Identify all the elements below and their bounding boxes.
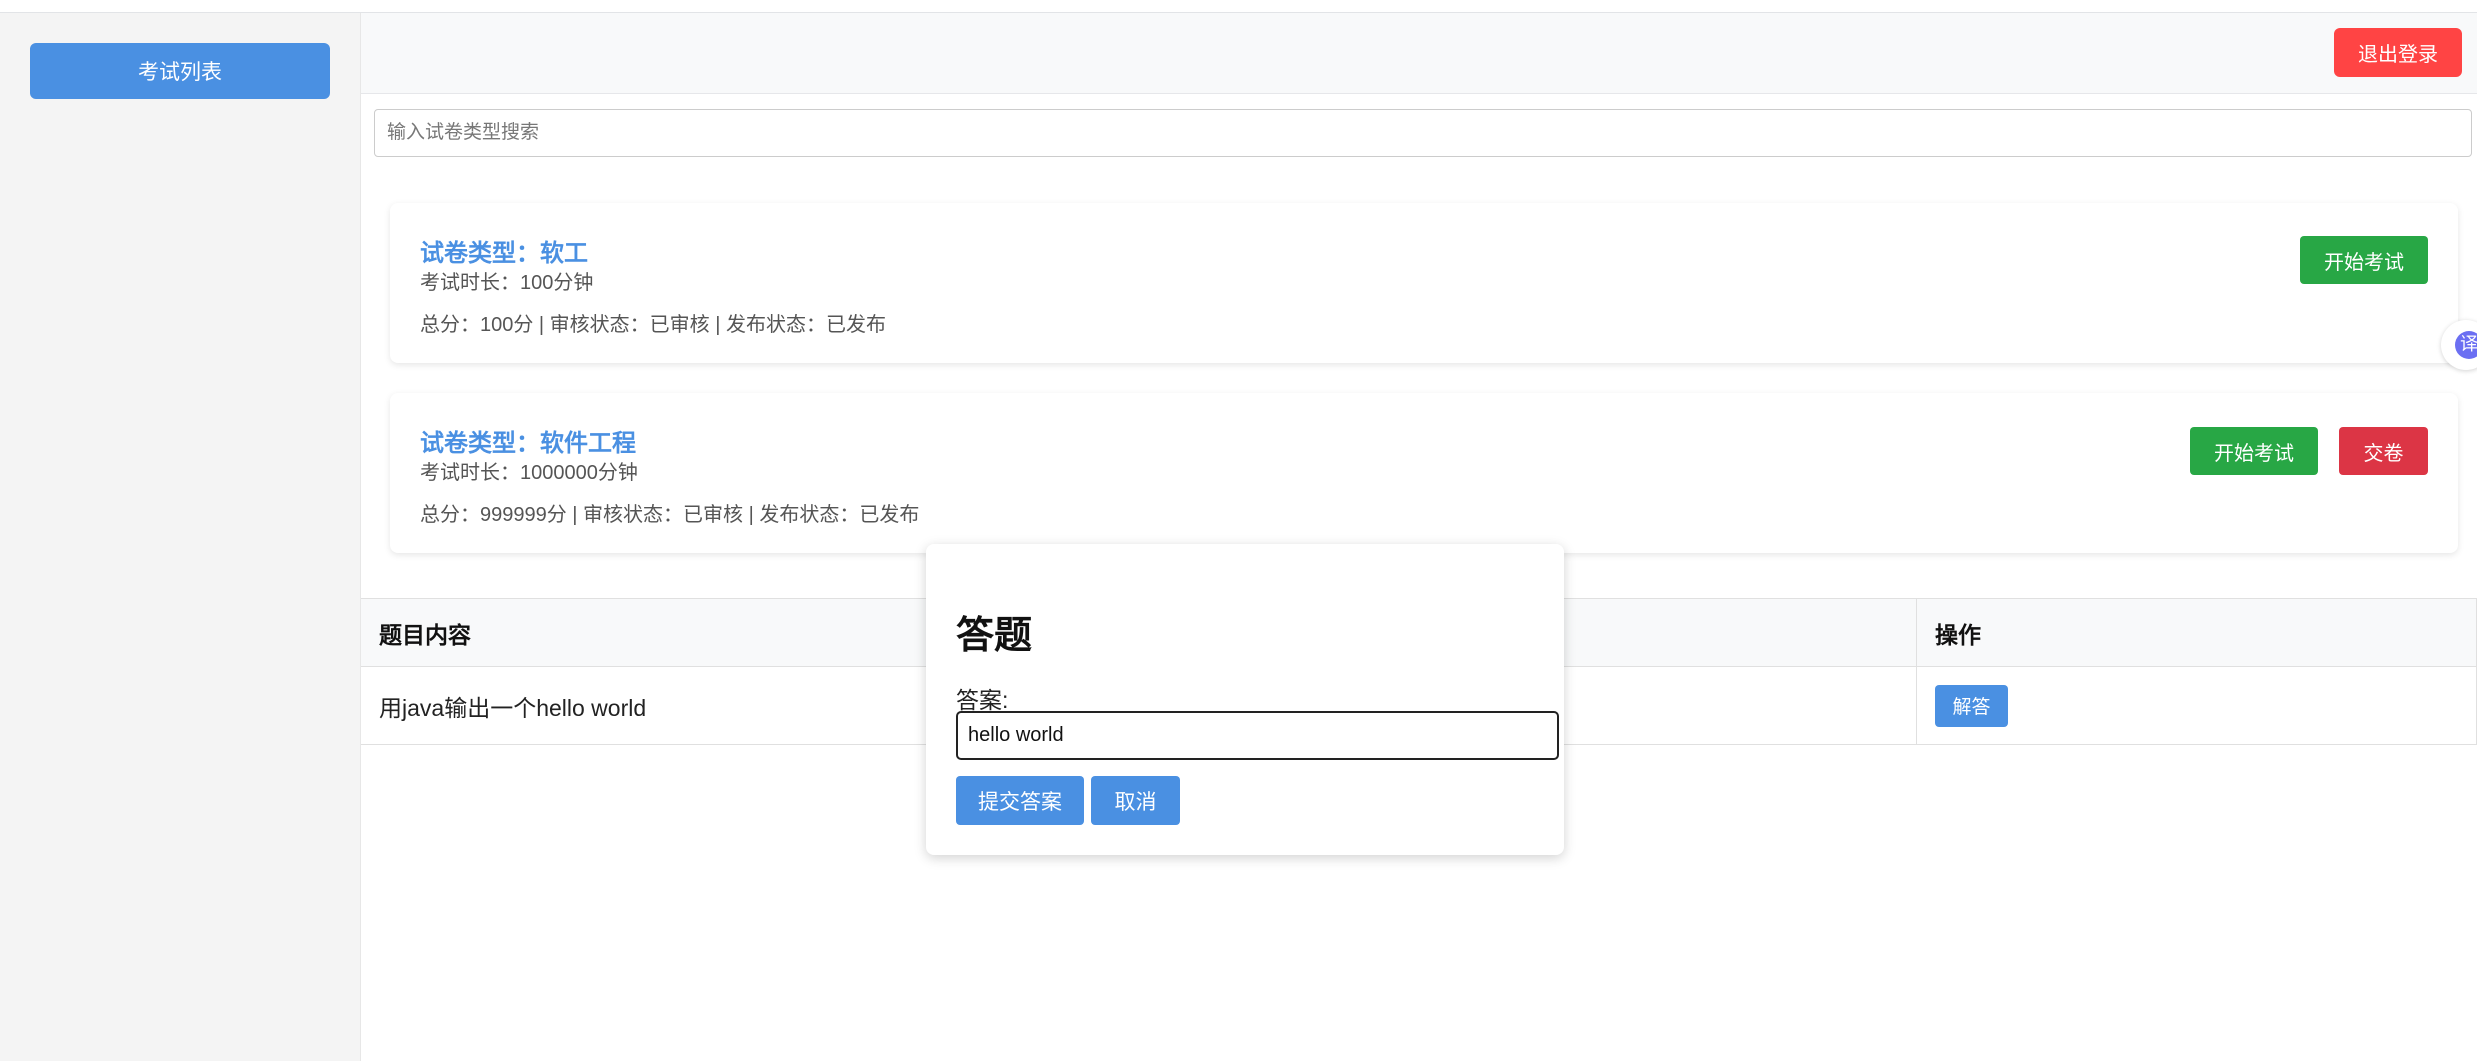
exam-card-title: 试卷类型：软工 bbox=[420, 240, 588, 267]
table-header-action: 操作 bbox=[1916, 598, 2477, 667]
search-input[interactable] bbox=[374, 109, 2472, 157]
top-border bbox=[0, 0, 2477, 13]
exam-card-meta: 总分：999999分 | 审核状态：已审核 | 发布状态：已发布 bbox=[420, 504, 920, 526]
sidebar: 考试列表 bbox=[0, 13, 361, 1061]
exam-card-title: 试卷类型：软件工程 bbox=[420, 430, 636, 457]
translate-icon: 译 bbox=[2455, 331, 2477, 359]
header: 退出登录 bbox=[361, 13, 2477, 94]
exam-card-meta: 总分：100分 | 审核状态：已审核 | 发布状态：已发布 bbox=[420, 314, 886, 336]
logout-button[interactable]: 退出登录 bbox=[2334, 28, 2462, 77]
exam-card-duration: 考试时长：100分钟 bbox=[420, 272, 594, 294]
submit-answer-button[interactable]: 提交答案 bbox=[956, 776, 1084, 825]
modal-title: 答题 bbox=[956, 615, 1033, 657]
question-action-cell: 解答 bbox=[1916, 666, 2477, 745]
answer-modal: 答题 答案: 提交答案 取消 bbox=[926, 544, 1564, 855]
submit-exam-button[interactable]: 交卷 bbox=[2339, 427, 2428, 475]
exam-card: 试卷类型：软工 考试时长：100分钟 总分：100分 | 审核状态：已审核 | … bbox=[390, 203, 2458, 363]
sidebar-item-exam-list[interactable]: 考试列表 bbox=[30, 43, 330, 99]
answer-button[interactable]: 解答 bbox=[1935, 684, 2008, 727]
cancel-button[interactable]: 取消 bbox=[1091, 776, 1180, 825]
answer-label: 答案: bbox=[956, 687, 1009, 713]
start-exam-button[interactable]: 开始考试 bbox=[2190, 427, 2318, 475]
exam-card-duration: 考试时长：1000000分钟 bbox=[420, 462, 638, 484]
answer-input[interactable] bbox=[956, 711, 1559, 760]
start-exam-button[interactable]: 开始考试 bbox=[2300, 236, 2428, 284]
exam-card: 试卷类型：软件工程 考试时长：1000000分钟 总分：999999分 | 审核… bbox=[390, 393, 2458, 553]
